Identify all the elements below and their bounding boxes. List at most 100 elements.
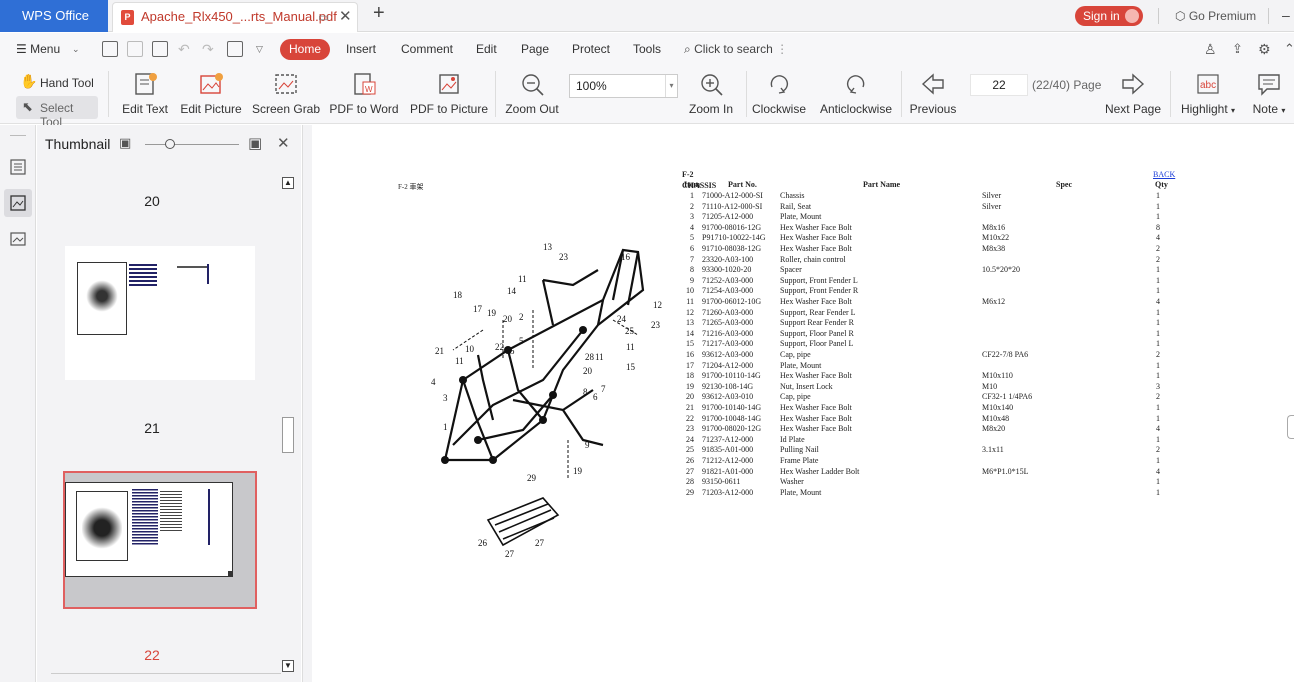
- cell-part-no: 93612-A03-000: [702, 350, 754, 359]
- tab-protect[interactable]: Protect: [572, 33, 610, 65]
- cell-part-name: Cap, pipe: [780, 392, 811, 402]
- export-icon[interactable]: [227, 41, 243, 57]
- page-count-label: (22/40) Page: [1032, 78, 1102, 92]
- share-icon[interactable]: ⇪: [1232, 33, 1243, 65]
- cell-part-no: 71212-A12-000: [702, 456, 754, 465]
- cell-spec: M10x140: [982, 403, 1014, 412]
- note-button[interactable]: Note ▾: [1246, 65, 1292, 123]
- cell-item: 29: [686, 487, 694, 497]
- wps-office-tab[interactable]: WPS Office: [0, 0, 108, 32]
- thumbnail-size-slider[interactable]: [145, 144, 239, 145]
- highlight-label: Highlight ▾: [1176, 102, 1240, 116]
- scroll-up-arrow-icon[interactable]: ▲: [282, 177, 294, 189]
- tab-home[interactable]: Home: [280, 39, 330, 60]
- tab-insert[interactable]: Insert: [346, 33, 376, 65]
- close-panel-icon[interactable]: ✕: [277, 134, 290, 152]
- zoom-level-select[interactable]: 100% ▾: [569, 74, 678, 98]
- edit-text-button[interactable]: Edit Text: [117, 65, 173, 123]
- tab-page[interactable]: Page: [521, 33, 549, 65]
- cell-part-name: Frame Plate: [780, 456, 819, 465]
- settings-gear-icon[interactable]: ⚙: [1258, 33, 1271, 65]
- tab-tools[interactable]: Tools: [633, 33, 661, 65]
- monitor-icon[interactable]: ▭: [318, 3, 329, 31]
- document-tab[interactable]: P Apache_Rlx450_...rts_Manual.pdf ▭ ✕: [112, 2, 358, 32]
- undo-icon[interactable]: ↶: [178, 33, 190, 65]
- divider: [108, 71, 109, 117]
- svg-text:24: 24: [617, 314, 627, 324]
- pdf-to-word-button[interactable]: W PDF to Word: [328, 65, 400, 123]
- cell-qty: 8: [1156, 222, 1160, 232]
- rotate-anticlockwise-button[interactable]: Anticlockwise: [816, 65, 896, 123]
- side-drawer-tab[interactable]: [1287, 415, 1294, 439]
- cell-spec: 3.1x11: [982, 445, 1004, 455]
- cell-item: 2: [690, 201, 694, 211]
- scroll-down-arrow-icon[interactable]: ▼: [282, 660, 294, 672]
- sign-in-button[interactable]: Sign in: [1075, 6, 1143, 26]
- search-box[interactable]: ⌕ Click to search ⋮: [684, 33, 788, 65]
- back-link[interactable]: BACK: [1153, 170, 1175, 181]
- zoom-out-button[interactable]: Zoom Out: [502, 65, 562, 123]
- chevron-down-icon[interactable]: ▾: [1231, 106, 1235, 115]
- select-tool-button[interactable]: ⬉ Select Tool: [16, 96, 98, 129]
- open-folder-icon[interactable]: [102, 41, 118, 57]
- rotate-clockwise-button[interactable]: Clockwise: [750, 65, 808, 123]
- cell-item: 10: [686, 286, 694, 296]
- page-thumbnail-21[interactable]: [65, 246, 255, 380]
- screen-grab-button[interactable]: Screen Grab: [252, 65, 320, 123]
- redo-icon[interactable]: ↷: [202, 33, 214, 65]
- chevron-down-icon[interactable]: ▾: [1281, 106, 1285, 115]
- horizontal-scrollbar[interactable]: [51, 673, 281, 681]
- small-image-icon[interactable]: ▣: [119, 135, 131, 151]
- large-image-icon[interactable]: ▣: [248, 134, 262, 152]
- svg-text:23: 23: [559, 252, 569, 262]
- page-thumbnail-22: [65, 482, 233, 577]
- cell-qty: 2: [1156, 254, 1160, 264]
- slider-handle[interactable]: [165, 139, 175, 149]
- chevron-down-icon[interactable]: ▾: [665, 75, 677, 97]
- cell-item: 7: [690, 254, 694, 264]
- panel-splitter[interactable]: [302, 125, 312, 682]
- header-part-no: Part No.: [728, 180, 757, 189]
- hand-icon: ✋: [20, 73, 38, 89]
- share-user-icon[interactable]: ♙: [1204, 33, 1217, 65]
- cell-qty: 1: [1156, 403, 1160, 412]
- cell-part-name: Support, Front Fender R: [780, 286, 859, 296]
- save-icon[interactable]: [127, 41, 143, 57]
- previous-page-button[interactable]: Previous: [906, 65, 960, 123]
- svg-text:3: 3: [443, 393, 448, 403]
- bookmark-list-icon[interactable]: [8, 157, 28, 177]
- collapse-icon[interactable]: ⌃: [1284, 33, 1294, 65]
- chevron-down-icon[interactable]: ⌄: [72, 33, 80, 65]
- cell-part-no: 91710-08038-12G: [702, 244, 762, 253]
- print-icon[interactable]: [152, 41, 168, 57]
- annotation-icon[interactable]: [8, 229, 28, 249]
- page-number-input[interactable]: 22: [970, 74, 1028, 96]
- arrow-left-icon: [921, 73, 944, 95]
- cell-part-name: Support, Floor Panel L: [780, 339, 854, 349]
- next-page-button[interactable]: Next Page: [1102, 65, 1164, 123]
- cell-part-no: 71110-A12-000-SI: [702, 201, 763, 211]
- minimize-icon[interactable]: –: [1282, 0, 1290, 30]
- close-tab-icon[interactable]: ✕: [339, 3, 352, 31]
- highlight-button[interactable]: abc Highlight ▾: [1176, 65, 1240, 123]
- cell-item: 21: [686, 403, 694, 412]
- cell-part-name: Plate, Mount: [780, 487, 822, 497]
- thumbnail-title: Thumbnail: [45, 136, 111, 152]
- go-premium-button[interactable]: ⬡ Go Premium: [1175, 0, 1256, 32]
- header-part-name: Part Name: [863, 180, 901, 189]
- tab-edit[interactable]: Edit: [476, 33, 497, 65]
- zoom-in-button[interactable]: Zoom In: [682, 65, 740, 123]
- edit-picture-button[interactable]: Edit Picture: [178, 65, 244, 123]
- divider: [746, 71, 747, 117]
- hand-tool-button[interactable]: ✋ Hand Tool: [14, 65, 100, 93]
- new-tab-plus-icon[interactable]: +: [373, 2, 385, 25]
- page-thumbnail-22-selected[interactable]: [63, 471, 257, 609]
- resize-handle[interactable]: [228, 571, 233, 576]
- more-chevron-icon[interactable]: ▽: [256, 33, 263, 65]
- pdf-to-picture-button[interactable]: PDF to Picture: [410, 65, 488, 123]
- tab-comment[interactable]: Comment: [401, 33, 453, 65]
- menu-button[interactable]: ☰ Menu: [16, 33, 60, 65]
- scrollbar-thumb[interactable]: [282, 417, 294, 453]
- more-options-icon[interactable]: ⋮: [776, 42, 788, 56]
- thumbnail-text: [160, 491, 182, 531]
